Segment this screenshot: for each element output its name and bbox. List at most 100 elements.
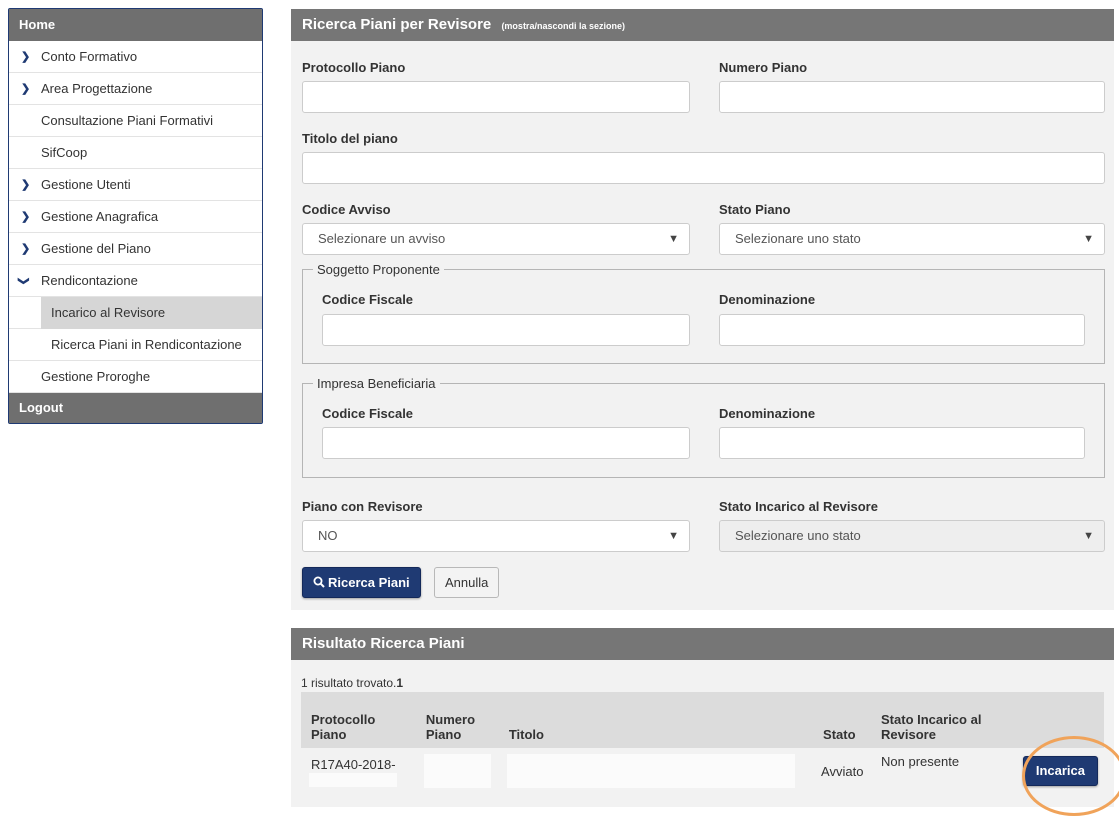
col-stato-incarico[interactable]: Stato Incarico al Revisore [871,692,1011,748]
sidebar-item-area-progettazione[interactable]: ❯ Area Progettazione [9,73,262,105]
sidebar-item-rendicontazione[interactable]: ❯ Rendicontazione [9,265,262,297]
stato-piano-value: Selezionare uno stato [735,231,861,246]
col-numero-line1: Numero [425,712,476,727]
search-panel-title: Ricerca Piani per Revisore [302,16,492,33]
incarica-button[interactable]: Incarica [1022,756,1098,786]
cell-stato-incarico: Non presente [871,748,1011,794]
chevron-right-icon: ❯ [21,243,31,255]
results-panel-title: Risultato Ricerca Piani [302,635,465,652]
dropdown-arrow-icon: ▼ [1083,233,1094,245]
table-header-row: Protocollo Piano Numero Piano Titolo Sta… [301,692,1104,748]
sidebar-item-incarico-revisore[interactable]: Incarico al Revisore [9,297,262,329]
sidebar-item-consultazione-piani[interactable]: Consultazione Piani Formativi [9,105,262,137]
impresa-cf-label: Codice Fiscale [322,406,414,421]
sidebar-item-gestione-anagrafica[interactable]: ❯ Gestione Anagrafica [9,201,262,233]
sidebar-item-label: Gestione Anagrafica [41,209,159,224]
stato-incarico-value: Selezionare uno stato [735,528,861,543]
results-panel: Risultato Ricerca Piani 1 risultato trov… [291,628,1114,807]
cell-protocollo: R17A40-2018- [301,748,416,794]
results-panel-header: Risultato Ricerca Piani [291,628,1114,660]
protocollo-input[interactable] [302,81,690,113]
redacted-block [309,773,397,787]
stato-piano-select[interactable]: Selezionare uno stato ▼ [719,223,1105,255]
col-protocollo[interactable]: Protocollo Piano [301,692,416,748]
titolo-label: Titolo del piano [302,131,398,146]
sidebar-item-label: Gestione Proroghe [41,369,151,384]
soggetto-den-input[interactable] [719,314,1085,346]
sidebar-home[interactable]: Home [9,9,262,41]
stato-incarico-select[interactable]: Selezionare uno stato ▼ [719,520,1105,552]
col-numero-line2: Piano [425,727,462,742]
results-count: 1 risultato trovato.1 [301,676,403,690]
piano-revisore-select[interactable]: NO ▼ [302,520,690,552]
chevron-right-icon: ❯ [21,51,31,63]
piano-revisore-label: Piano con Revisore [302,499,423,514]
sidebar-item-label: Area Progettazione [41,81,153,96]
soggetto-cf-input[interactable] [322,314,690,346]
soggetto-den-label: Denominazione [719,292,816,307]
chevron-right-icon: ❯ [21,179,31,191]
cell-protocollo-value: R17A40-2018- [311,756,396,772]
results-count-number: 1 [396,676,404,690]
soggetto-proponente-legend: Soggetto Proponente [317,262,440,277]
impresa-beneficiaria-legend: Impresa Beneficiaria [317,376,436,391]
results-table: Protocollo Piano Numero Piano Titolo Sta… [301,692,1104,794]
ricerca-piani-label: Ricerca Piani [328,575,410,590]
col-incarico-line1: Stato Incarico al [881,712,982,727]
sidebar-item-label: Gestione del Piano [41,241,151,256]
sidebar-item-conto-formativo[interactable]: ❯ Conto Formativo [9,41,262,73]
col-protocollo-line2: Piano [311,727,347,742]
sidebar-logout[interactable]: Logout [9,393,262,423]
numero-input[interactable] [719,81,1105,113]
toggle-section-link[interactable]: (mostra/nascondi la sezione) [501,21,625,31]
col-titolo-label: Titolo [508,727,544,742]
ricerca-piani-button[interactable]: Ricerca Piani [302,567,421,598]
dropdown-arrow-icon: ▼ [668,233,679,245]
table-row: R17A40-2018- Avviato Non presente Incari… [301,748,1104,794]
sidebar-item-label: Consultazione Piani Formativi [41,113,213,128]
sidebar-menu: Home ❯ Conto Formativo ❯ Area Progettazi… [8,8,263,424]
sidebar-item-sifcoop[interactable]: SifCoop [9,137,262,169]
results-count-text: 1 risultato trovato. [301,676,397,690]
soggetto-proponente-group: Soggetto Proponente [302,262,1105,364]
cell-azioni: Incarica [1010,748,1104,794]
sidebar-item-label: Incarico al Revisore [41,297,262,329]
chevron-right-icon: ❯ [21,83,31,95]
sidebar-item-gestione-proroghe[interactable]: Gestione Proroghe [9,361,262,393]
cell-titolo [498,748,814,794]
redacted-block [506,754,796,788]
redacted-block [423,754,491,788]
protocollo-label: Protocollo Piano [302,60,406,75]
codice-avviso-value: Selezionare un avviso [318,231,446,246]
cell-numero [415,748,499,794]
search-icon [313,576,325,588]
codice-avviso-select[interactable]: Selezionare un avviso ▼ [302,223,690,255]
search-panel-header: Ricerca Piani per Revisore (mostra/nasco… [291,9,1114,41]
piano-revisore-value: NO [318,528,338,543]
dropdown-arrow-icon: ▼ [668,530,679,542]
sidebar-item-label: Ricerca Piani in Rendicontazione [51,337,242,352]
col-titolo[interactable]: Titolo [498,692,814,748]
stato-incarico-label: Stato Incarico al Revisore [719,499,878,514]
sidebar-item-label: SifCoop [41,145,88,160]
impresa-den-input[interactable] [719,427,1085,459]
codice-avviso-label: Codice Avviso [302,202,391,217]
search-panel: Ricerca Piani per Revisore (mostra/nasco… [291,9,1114,610]
sidebar-item-gestione-utenti[interactable]: ❯ Gestione Utenti [9,169,262,201]
stato-piano-label: Stato Piano [719,202,791,217]
sidebar-item-gestione-piano[interactable]: ❯ Gestione del Piano [9,233,262,265]
annulla-button[interactable]: Annulla [434,567,500,598]
sidebar-item-ricerca-rendicontazione[interactable]: Ricerca Piani in Rendicontazione [9,329,262,361]
col-numero[interactable]: Numero Piano [415,692,499,748]
dropdown-arrow-icon: ▼ [1083,530,1094,542]
impresa-den-label: Denominazione [719,406,816,421]
chevron-right-icon: ❯ [21,211,31,223]
soggetto-cf-label: Codice Fiscale [322,292,414,307]
col-protocollo-line1: Protocollo [311,712,376,727]
titolo-input[interactable] [302,152,1105,184]
col-stato[interactable]: Stato [813,692,872,748]
cell-stato: Avviato [813,748,872,794]
col-azioni [1010,692,1104,748]
numero-label: Numero Piano [719,60,808,75]
impresa-cf-input[interactable] [322,427,690,459]
